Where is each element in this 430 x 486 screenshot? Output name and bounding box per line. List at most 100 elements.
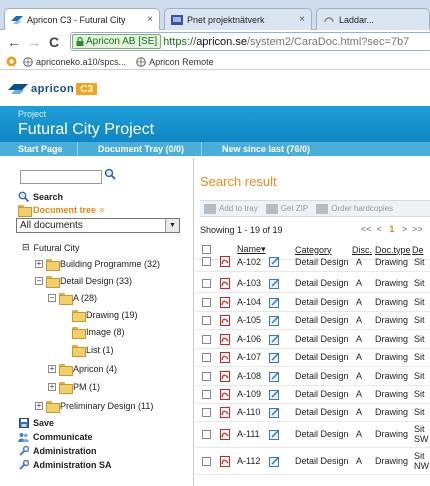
search-button[interactable]	[104, 168, 116, 183]
pdf-icon[interactable]	[220, 296, 230, 308]
row-name[interactable]: A-106	[237, 334, 261, 344]
edit-icon[interactable]	[269, 297, 280, 308]
row-name[interactable]: A-107	[237, 352, 261, 362]
row-checkbox[interactable]	[202, 315, 211, 325]
table-row[interactable]: A-106 Detail Design A Drawing Sit	[195, 330, 430, 349]
tree-node-image[interactable]: Image (8)	[72, 327, 125, 339]
tree-node-futural-city[interactable]: ⊟ Futural City	[22, 242, 80, 253]
pdf-icon[interactable]	[220, 351, 230, 363]
tree-node-drawing[interactable]: Drawing (19)	[72, 310, 138, 322]
save-link[interactable]: Save	[18, 417, 54, 428]
expand-icon[interactable]: +	[35, 402, 43, 410]
pdf-icon[interactable]	[220, 314, 230, 326]
edit-icon[interactable]	[269, 278, 280, 289]
edit-icon[interactable]	[269, 429, 280, 440]
browser-tab-apricon[interactable]: Apricon C3 - Futural City ×	[4, 8, 160, 31]
row-name[interactable]: A-105	[237, 315, 261, 325]
security-indicator[interactable]: Apricon AB [SE]	[72, 34, 162, 49]
dropdown-arrow-icon[interactable]: ▼	[165, 219, 179, 232]
search-input[interactable]	[20, 170, 102, 184]
forward-button[interactable]: →	[24, 32, 44, 52]
collapse-icon[interactable]: −	[35, 277, 43, 285]
row-checkbox[interactable]	[202, 389, 211, 399]
table-row[interactable]: A-111 Detail Design A Drawing Sit SW	[195, 421, 430, 448]
row-checkbox[interactable]	[202, 297, 211, 307]
row-checkbox[interactable]	[202, 429, 211, 439]
pdf-icon[interactable]	[220, 428, 230, 440]
expand-icon[interactable]: +	[35, 260, 43, 268]
table-row[interactable]: A-112 Detail Design A Drawing Sit NW	[195, 448, 430, 475]
administration-sa-link[interactable]: Administration SA	[18, 459, 112, 470]
collapse-icon[interactable]: −	[48, 294, 56, 302]
tab-document-tray[interactable]: Document Tray (0/0)	[78, 142, 202, 156]
row-checkbox[interactable]	[202, 257, 211, 266]
close-icon[interactable]: ×	[147, 14, 153, 25]
document-filter-select[interactable]: All documents ▼	[16, 218, 180, 233]
table-row[interactable]: A-103 Detail Design A Drawing Sit	[195, 274, 430, 293]
tree-node-preliminary-design[interactable]: + Preliminary Design (11)	[35, 401, 153, 413]
edit-icon[interactable]	[269, 315, 280, 326]
row-checkbox[interactable]	[202, 407, 211, 417]
row-name[interactable]: A-103	[237, 278, 261, 288]
pdf-icon[interactable]	[220, 277, 230, 289]
edit-icon[interactable]	[269, 456, 280, 467]
get-zip-button[interactable]: Get ZIP	[265, 203, 308, 214]
pdf-icon[interactable]	[220, 333, 230, 345]
tab-start-page[interactable]: Start Page	[0, 142, 78, 156]
close-icon[interactable]: ×	[299, 14, 305, 25]
tree-node-list[interactable]: List (1)	[72, 345, 114, 357]
first-page-button[interactable]: <<	[361, 224, 372, 234]
row-name[interactable]: A-104	[237, 297, 261, 307]
row-checkbox[interactable]	[202, 334, 211, 344]
edit-icon[interactable]	[269, 371, 280, 382]
tree-node-apricon[interactable]: + Apricon (4)	[48, 364, 117, 376]
row-name[interactable]: A-109	[237, 389, 261, 399]
table-row[interactable]: A-110 Detail Design A Drawing Sit	[195, 403, 430, 422]
tree-node-a[interactable]: − A (28)	[48, 293, 97, 305]
table-row[interactable]: A-109 Detail Design A Drawing Sit	[195, 385, 430, 404]
table-row[interactable]: A-102 Detail Design A Drawing Sit	[195, 252, 430, 272]
table-row[interactable]: A-107 Detail Design A Drawing Sit	[195, 348, 430, 367]
reload-button[interactable]: C	[44, 32, 64, 52]
edit-icon[interactable]	[269, 407, 280, 418]
back-button[interactable]: ←	[4, 32, 24, 52]
next-page-button[interactable]: >	[402, 224, 407, 234]
row-name[interactable]: A-102	[237, 257, 261, 267]
communicate-link[interactable]: Communicate	[18, 431, 93, 442]
browser-tab-loading[interactable]: Laddar...	[316, 8, 430, 30]
tree-node-pm[interactable]: + PM (1)	[48, 382, 100, 394]
tab-new-since-last[interactable]: New since last (76/0)	[202, 142, 340, 156]
edit-icon[interactable]	[269, 256, 280, 267]
tree-node-detail-design[interactable]: − Detail Design (33)	[35, 276, 132, 288]
row-name[interactable]: A-112	[237, 456, 260, 466]
edit-icon[interactable]	[269, 389, 280, 400]
search-link[interactable]: Search	[18, 191, 63, 202]
edit-icon[interactable]	[269, 334, 280, 345]
pdf-icon[interactable]	[220, 455, 230, 467]
row-name[interactable]: A-110	[237, 407, 260, 417]
bookmark-apriconeko[interactable]: apriconeko.a10/spcs...	[23, 57, 126, 67]
expand-icon[interactable]: +	[48, 365, 56, 373]
pdf-icon[interactable]	[220, 256, 230, 267]
collapse-icon[interactable]: ⊟	[22, 242, 30, 253]
browser-tab-pnet[interactable]: Pnet projektnätverk ×	[164, 8, 312, 30]
row-checkbox[interactable]	[202, 278, 211, 288]
pdf-icon[interactable]	[220, 388, 230, 400]
apps-icon[interactable]	[6, 56, 17, 67]
table-row[interactable]: A-104 Detail Design A Drawing Sit	[195, 293, 430, 312]
table-row[interactable]: A-105 Detail Design A Drawing Sit	[195, 311, 430, 330]
prev-page-button[interactable]: <	[377, 224, 382, 234]
table-row[interactable]: A-108 Detail Design A Drawing Sit	[195, 367, 430, 386]
apricon-logo[interactable]: apricon C3	[8, 83, 98, 95]
current-page[interactable]: 1	[389, 224, 394, 234]
row-name[interactable]: A-111	[237, 429, 260, 439]
row-checkbox[interactable]	[202, 371, 211, 381]
expand-icon[interactable]: +	[48, 383, 56, 391]
row-checkbox[interactable]	[202, 456, 211, 466]
row-checkbox[interactable]	[202, 352, 211, 362]
order-hardcopies-button[interactable]: Order hardcopies	[316, 203, 393, 214]
tree-node-building-programme[interactable]: + Building Programme (32)	[35, 259, 160, 271]
pdf-icon[interactable]	[220, 406, 230, 418]
bookmark-apricon-remote[interactable]: Apricon Remote	[136, 57, 214, 67]
edit-icon[interactable]	[269, 352, 280, 363]
